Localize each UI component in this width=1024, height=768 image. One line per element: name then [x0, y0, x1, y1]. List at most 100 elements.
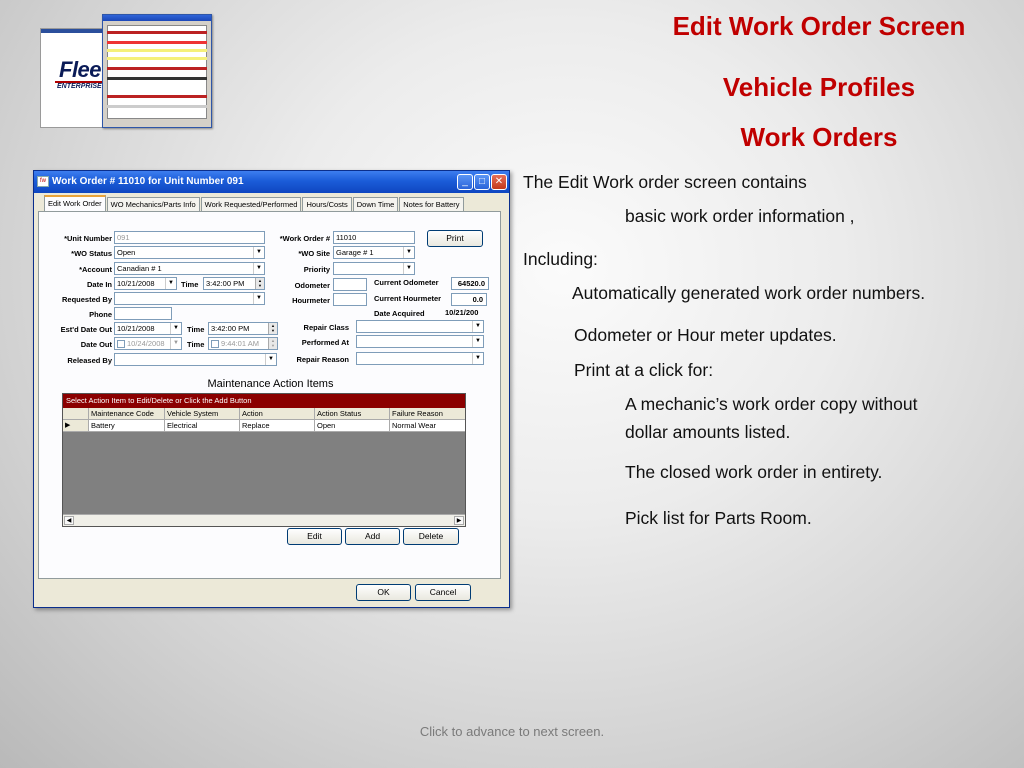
print-button[interactable]: Print — [427, 230, 483, 247]
wo-site-select[interactable]: Garage # 1 ▼ — [333, 246, 415, 259]
bullet-text: basic work order information , — [625, 206, 855, 226]
spinner-icon[interactable]: ▲ ▼ — [255, 278, 264, 289]
released-by-label: Released By — [67, 356, 112, 365]
date-in-picker[interactable]: 10/21/2008 ▼ — [114, 277, 177, 290]
scroll-left-icon[interactable]: ◀ — [64, 516, 74, 525]
horizontal-scrollbar[interactable]: ◀ ▶ — [63, 514, 465, 526]
chevron-down-icon[interactable]: ▼ — [265, 354, 276, 365]
chevron-down-icon[interactable]: ▼ — [253, 263, 264, 274]
repair-reason-select[interactable]: ▼ — [356, 352, 484, 365]
odometer-field[interactable] — [333, 278, 367, 291]
released-by-select[interactable]: ▼ — [114, 353, 277, 366]
table-row[interactable]: ▶ Battery Electrical Replace Open Normal… — [63, 420, 465, 432]
ok-button[interactable]: OK — [356, 584, 411, 601]
chevron-down-icon[interactable]: ▼ — [170, 338, 181, 349]
time-in-stepper[interactable]: 3:42:00 PM ▲ ▼ — [203, 277, 265, 290]
mini-row — [107, 67, 207, 70]
scroll-right-icon[interactable]: ▶ — [454, 516, 464, 525]
tab-notes-for-battery[interactable]: Notes for Battery — [399, 197, 464, 211]
chevron-down-icon[interactable]: ▼ — [403, 247, 414, 258]
edit-button[interactable]: Edit — [287, 528, 342, 545]
performed-at-select[interactable]: ▼ — [356, 335, 484, 348]
wo-status-select[interactable]: Open ▼ — [114, 246, 265, 259]
bullet-text: Print at a click for: — [574, 360, 714, 380]
chevron-down-icon[interactable]: ▼ — [472, 353, 483, 364]
mini-row — [107, 105, 207, 108]
chevron-down-icon[interactable]: ▼ — [472, 336, 483, 347]
estd-date-out-picker[interactable]: 10/21/2008 ▼ — [114, 322, 182, 335]
tab-edit-work-order[interactable]: Edit Work Order — [44, 195, 106, 211]
chevron-down-icon[interactable]: ▼ — [472, 321, 483, 332]
tab-work-requested-performed[interactable]: Work Requested/Performed — [200, 197, 302, 211]
mini-row — [107, 49, 207, 52]
date-out-picker[interactable]: 10/24/2008 ▼ — [114, 337, 182, 350]
tab-down-time[interactable]: Down Time — [352, 197, 399, 211]
column-header[interactable]: Failure Reason — [390, 408, 465, 420]
requested-by-select[interactable]: ▼ — [114, 292, 265, 305]
maximize-button[interactable]: □ — [474, 174, 490, 190]
spinner-icon[interactable]: ▲ ▼ — [268, 323, 277, 334]
bullet-text: dollar amounts listed. — [625, 422, 791, 442]
mini-row — [107, 77, 207, 80]
hourmeter-label: Hourmeter — [292, 296, 330, 305]
minimize-button[interactable]: _ — [457, 174, 473, 190]
mini-screenshot-thumbnail — [102, 14, 212, 128]
add-button[interactable]: Add — [345, 528, 400, 545]
delete-button[interactable]: Delete — [403, 528, 459, 545]
hourmeter-field[interactable] — [333, 293, 367, 306]
phone-label: Phone — [89, 310, 112, 319]
account-select[interactable]: Canadian # 1 ▼ — [114, 262, 265, 275]
current-odometer-value: 64520.0 — [451, 277, 489, 290]
unit-number-field[interactable]: 091 — [114, 231, 265, 244]
app-icon[interactable]: fw — [37, 176, 49, 187]
table-cell: Battery — [89, 420, 165, 432]
odometer-label: Odometer — [294, 281, 330, 290]
current-odometer-label: Current Odometer — [374, 278, 439, 287]
chevron-down-icon[interactable]: ▼ — [165, 278, 176, 289]
spinner-icon[interactable]: ▲ ▼ — [268, 338, 277, 349]
repair-reason-label: Repair Reason — [296, 355, 349, 364]
account-value: Canadian # 1 — [117, 264, 162, 273]
logo-tagline: ENTERPRISE E — [57, 83, 109, 90]
time-out-checkbox[interactable] — [211, 340, 219, 349]
column-header[interactable]: Vehicle System — [165, 408, 240, 420]
table-cell: Open — [315, 420, 390, 432]
grid-column-headers: Maintenance Code Vehicle System Action A… — [63, 408, 465, 420]
estd-date-out-value: 10/21/2008 — [117, 324, 155, 333]
tab-hours-costs[interactable]: Hours/Costs — [302, 197, 352, 211]
maintenance-action-grid[interactable]: Select Action Item to Edit/Delete or Cli… — [62, 393, 466, 527]
work-order-number-field[interactable]: 11010 — [333, 231, 415, 244]
column-header[interactable]: Action Status — [315, 408, 390, 420]
date-out-checkbox[interactable] — [117, 340, 125, 349]
table-cell: Replace — [240, 420, 315, 432]
performed-at-label: Performed At — [301, 338, 349, 347]
estd-time-stepper[interactable]: 3:42:00 PM ▲ ▼ — [208, 322, 278, 335]
window-title-bar[interactable]: Work Order # 11010 for Unit Number 091 — [34, 171, 509, 193]
slide-subtitle-work-orders: Work Orders — [740, 122, 898, 152]
close-button[interactable]: ✕ — [491, 174, 507, 190]
phone-field[interactable] — [114, 307, 172, 320]
account-label: *Account — [79, 265, 112, 274]
repair-class-select[interactable]: ▼ — [356, 320, 484, 333]
priority-select[interactable]: ▼ — [333, 262, 415, 275]
cancel-button[interactable]: Cancel — [415, 584, 471, 601]
table-cell: Normal Wear — [390, 420, 465, 432]
estd-time-label: Time — [187, 325, 205, 334]
column-header[interactable]: Maintenance Code — [89, 408, 165, 420]
window-title: Work Order # 11010 for Unit Number 091 — [52, 176, 244, 187]
time-out-label: Time — [187, 340, 205, 349]
bullet-text: Pick list for Parts Room. — [625, 508, 812, 528]
chevron-down-icon[interactable]: ▼ — [170, 323, 181, 334]
chevron-down-icon[interactable]: ▼ — [403, 263, 414, 274]
unit-number-label: *Unit Number — [64, 234, 112, 243]
tab-wo-mechanics-parts[interactable]: WO Mechanics/Parts Info — [106, 197, 200, 211]
column-header[interactable]: Action — [240, 408, 315, 420]
mini-row — [107, 95, 207, 98]
bullet-text: Automatically generated work order numbe… — [572, 283, 926, 303]
work-order-label: *Work Order # — [279, 234, 330, 243]
date-out-label: Date Out — [80, 340, 112, 349]
time-in-label: Time — [181, 280, 199, 289]
chevron-down-icon[interactable]: ▼ — [253, 293, 264, 304]
time-out-stepper[interactable]: 9:44:01 AM ▲ ▼ — [208, 337, 278, 350]
chevron-down-icon[interactable]: ▼ — [253, 247, 264, 258]
